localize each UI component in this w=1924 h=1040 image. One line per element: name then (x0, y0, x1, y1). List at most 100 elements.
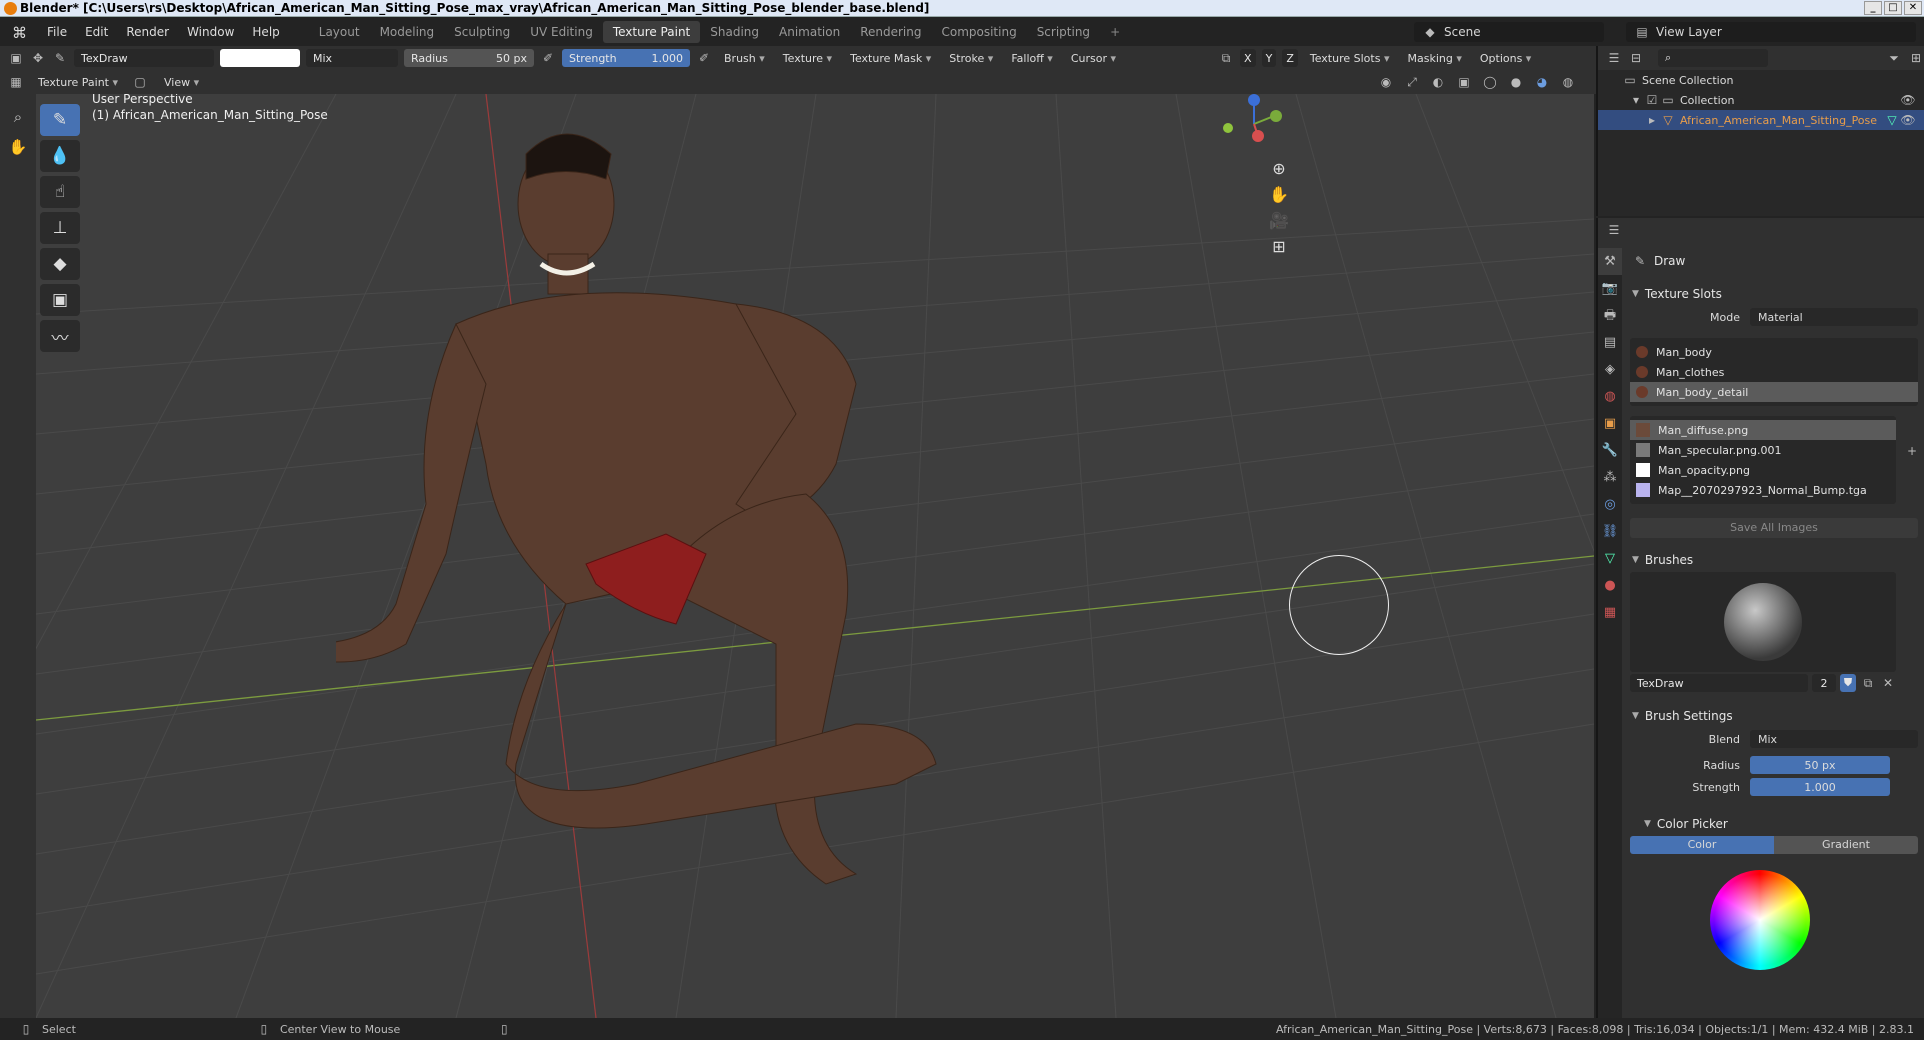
blender-menu-icon[interactable]: ⌘ (12, 24, 28, 42)
tab-scripting[interactable]: Scripting (1027, 21, 1100, 43)
view-menu[interactable]: View (156, 76, 205, 89)
color-wheel[interactable] (1710, 870, 1810, 970)
navigation-gizmo[interactable] (1216, 94, 1306, 154)
object-tab-icon[interactable]: ▣ (1598, 410, 1622, 437)
solid-shading-icon[interactable]: ● (1508, 75, 1524, 90)
properties-editor-icon[interactable]: ☰ (1606, 223, 1622, 237)
brush-menu[interactable]: Brush (718, 52, 771, 65)
texture-mask-menu[interactable]: Texture Mask (844, 52, 937, 65)
outliner-editor-icon[interactable]: ☰ (1606, 51, 1622, 65)
expand-icon[interactable]: ▾ (1628, 93, 1644, 107)
new-collection-icon[interactable]: ⊞ (1908, 51, 1924, 65)
output-tab-icon[interactable]: 🖶 (1598, 302, 1622, 329)
brush-users-count[interactable]: 2 (1812, 674, 1836, 692)
tab-animation[interactable]: Animation (769, 21, 850, 43)
brush-name-field[interactable]: TexDraw (74, 49, 214, 67)
tab-color[interactable]: Color (1630, 836, 1774, 854)
gizmo-y-icon[interactable] (1270, 110, 1282, 122)
hand-tool-icon[interactable]: ✋ (8, 138, 28, 160)
strength-slider[interactable]: 1.000 (1750, 778, 1890, 796)
draw-tool-button[interactable]: ✎ (40, 104, 80, 136)
camera-view-icon[interactable]: 🎥 (1266, 208, 1292, 234)
tool-tab-icon[interactable]: ⚒ (1598, 248, 1622, 275)
tab-rendering[interactable]: Rendering (850, 21, 931, 43)
checkbox-icon[interactable]: ☑ (1644, 93, 1660, 107)
tab-texture-paint[interactable]: Texture Paint (602, 21, 701, 43)
tab-compositing[interactable]: Compositing (931, 21, 1026, 43)
mode-dropdown[interactable]: Texture Paint (32, 76, 124, 89)
strength-pressure-icon[interactable]: ✐ (696, 51, 712, 65)
wireframe-shading-icon[interactable]: ◯ (1482, 75, 1498, 90)
material-shading-icon[interactable]: ◕ (1534, 75, 1550, 90)
list-item[interactable]: Man_specular.png.001 (1630, 440, 1896, 460)
outliner-collection[interactable]: ▾ ☑ ▭ Collection 👁 (1598, 90, 1924, 110)
list-item[interactable]: Map__2070297923_Normal_Bump.tga (1630, 480, 1896, 500)
visibility-eye-icon[interactable]: 👁 (1900, 93, 1916, 107)
brushes-panel-header[interactable]: ▼ Brushes (1626, 548, 1924, 572)
zoom-tool-icon[interactable]: ⌕ (8, 108, 28, 130)
outliner-search-input[interactable]: ⌕ (1658, 49, 1768, 67)
stroke-menu[interactable]: Stroke (943, 52, 999, 65)
gizmo-icon[interactable]: ⤢ (1404, 75, 1420, 90)
tab-layout[interactable]: Layout (309, 21, 370, 43)
editor-type-icon[interactable]: ▦ (8, 75, 24, 89)
strength-field[interactable]: Strength 1.000 (562, 49, 690, 67)
add-slot-icon[interactable]: + (1904, 444, 1920, 458)
tab-modeling[interactable]: Modeling (370, 21, 445, 43)
view-layer-selector[interactable]: ▤ View Layer (1626, 22, 1916, 42)
brush-icon[interactable]: ✎ (52, 51, 68, 65)
editor-type-icon[interactable]: ▣ (8, 51, 24, 65)
blend-dropdown[interactable]: Mix (1750, 730, 1918, 748)
list-item[interactable]: Man_clothes (1630, 362, 1918, 382)
options-menu[interactable]: Options (1474, 52, 1537, 65)
radius-pressure-icon[interactable]: ✐ (540, 51, 556, 65)
zoom-view-icon[interactable]: ⊕ (1266, 156, 1292, 182)
modifier-tab-icon[interactable]: 🔧 (1598, 437, 1622, 464)
annotate-tool-button[interactable]: 〰 (40, 320, 80, 352)
minimize-button[interactable]: _ (1864, 1, 1882, 15)
gizmo-x-icon[interactable] (1252, 130, 1264, 142)
falloff-menu[interactable]: Falloff (1005, 52, 1059, 65)
tab-sculpting[interactable]: Sculpting (444, 21, 520, 43)
tab-uv-editing[interactable]: UV Editing (520, 21, 603, 43)
brush-preview[interactable] (1630, 572, 1896, 672)
constraint-tab-icon[interactable]: ⛓ (1598, 518, 1622, 545)
duplicate-brush-icon[interactable]: ⧉ (1860, 676, 1876, 691)
rendered-shading-icon[interactable]: ◍ (1560, 75, 1576, 90)
masking-menu[interactable]: Masking (1401, 52, 1467, 65)
maximize-button[interactable]: □ (1884, 1, 1902, 15)
fill-tool-button[interactable]: ◆ (40, 248, 80, 280)
transform-icon[interactable]: ✥ (30, 51, 46, 65)
texture-slots-menu[interactable]: Texture Slots (1304, 52, 1396, 65)
xray-icon[interactable]: ▣ (1456, 75, 1472, 90)
expand-icon[interactable]: ▸ (1644, 113, 1660, 127)
scene-selector[interactable]: ◆ Scene (1414, 22, 1604, 42)
axis-x-toggle[interactable]: X (1240, 49, 1256, 67)
data-tab-icon[interactable]: ▽ (1598, 545, 1622, 572)
filter-icon[interactable]: ⏷ (1886, 51, 1902, 66)
mode-dropdown[interactable]: Material (1750, 308, 1918, 326)
list-item[interactable]: Man_diffuse.png (1630, 420, 1896, 440)
radius-slider[interactable]: 50 px (1750, 756, 1890, 774)
brush-name-field[interactable]: TexDraw (1630, 674, 1808, 692)
menu-help[interactable]: Help (243, 25, 288, 39)
list-item[interactable]: Man_opacity.png (1630, 460, 1896, 480)
save-all-images-button[interactable]: Save All Images (1630, 518, 1918, 538)
smear-tool-button[interactable]: ☝ (40, 176, 80, 208)
list-item[interactable]: Man_body_detail (1630, 382, 1918, 402)
menu-file[interactable]: File (38, 25, 76, 39)
3d-viewport[interactable]: User Perspective (1) African_American_Ma… (36, 94, 1594, 1018)
clone-tool-button[interactable]: ⊥ (40, 212, 80, 244)
ortho-toggle-icon[interactable]: ⊞ (1266, 234, 1292, 260)
mesh-data-icon[interactable]: ▽ (1884, 113, 1900, 127)
visibility-eye-icon[interactable]: 👁 (1900, 113, 1916, 127)
blend-dropdown[interactable]: Mix (306, 49, 398, 67)
world-tab-icon[interactable]: ◍ (1598, 383, 1622, 410)
color-picker-panel-header[interactable]: ▼ Color Picker (1626, 812, 1924, 836)
overlay-icon[interactable]: ◐ (1430, 75, 1446, 90)
texture-slots-panel-header[interactable]: ▼ Texture Slots (1626, 282, 1924, 306)
particles-tab-icon[interactable]: ⁂ (1598, 464, 1622, 491)
view-layer-tab-icon[interactable]: ▤ (1598, 329, 1622, 356)
menu-edit[interactable]: Edit (76, 25, 117, 39)
color-swatch[interactable] (220, 49, 300, 67)
